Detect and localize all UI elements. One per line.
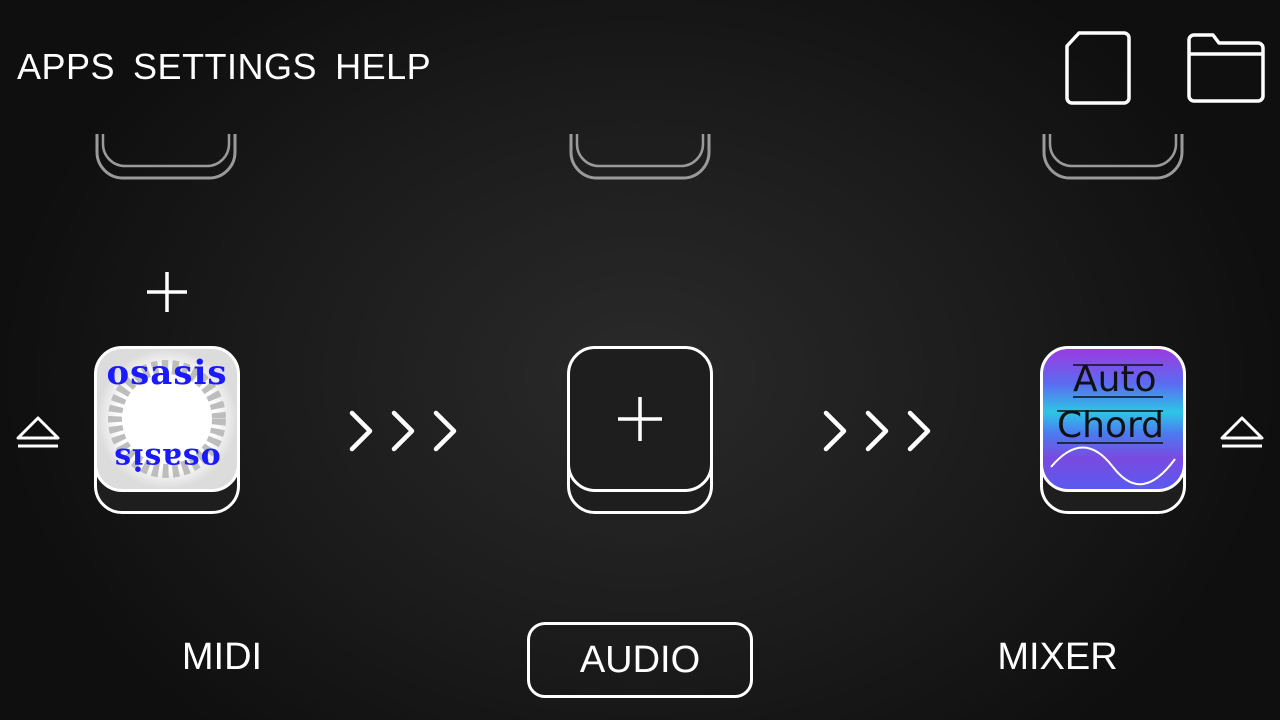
tab-midi[interactable]: MIDI [142,622,302,692]
osasis-top-text: osasis [106,353,228,393]
menu-help[interactable]: HELP [335,46,431,88]
document-icon[interactable] [1063,30,1133,106]
autochord-app-icon: Auto Chord [1040,346,1186,492]
right-eject-icon[interactable] [1218,412,1266,452]
menu-apps[interactable]: APPS [17,46,115,88]
top-menu: APPS SETTINGS HELP [17,46,431,88]
chain-arrows-icon [349,410,457,452]
autochord-line1: Auto [1073,359,1157,400]
chain-arrows-icon [823,410,931,452]
tab-audio[interactable]: AUDIO [527,622,753,698]
mixer-upper-slot[interactable] [1040,132,1186,184]
audio-upper-slot[interactable] [567,132,713,184]
midi-upper-slot[interactable] [93,132,239,184]
menu-settings[interactable]: SETTINGS [133,46,317,88]
autochord-line2: Chord [1057,405,1164,446]
mixer-plugin-slot[interactable]: Auto Chord [1040,346,1186,514]
tab-mixer[interactable]: MIXER [975,622,1140,692]
empty-slot-face [567,346,713,492]
left-eject-icon[interactable] [14,412,62,452]
midi-plugin-slot[interactable]: osasis osasis [94,346,240,514]
plus-icon [618,397,662,441]
osasis-app-icon: osasis osasis [94,346,240,492]
osasis-bottom-text: osasis [113,441,221,476]
audio-plugin-slot[interactable] [567,346,713,514]
folder-icon[interactable] [1185,30,1267,106]
add-midi-plus-icon[interactable] [145,270,189,314]
